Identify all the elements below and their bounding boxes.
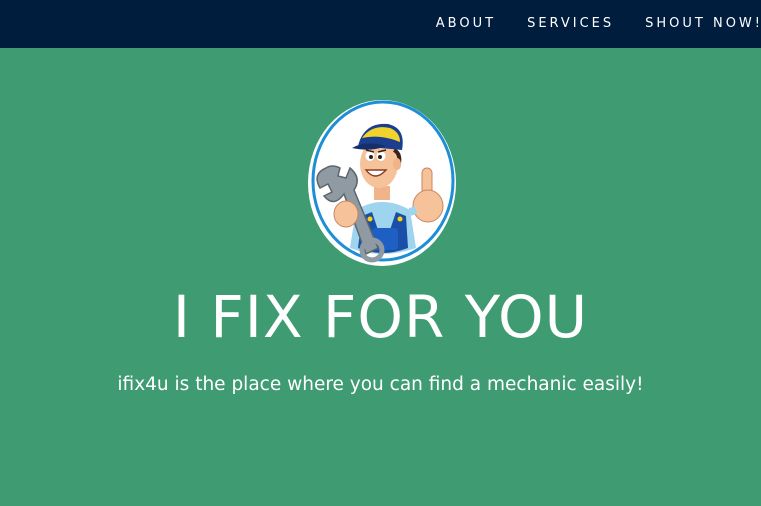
hero-subtitle: ifix4u is the place where you can find a… — [117, 374, 644, 395]
nav-link-about[interactable]: ABOUT — [436, 16, 496, 31]
nav-link-shout-now[interactable]: SHOUT NOW! — [645, 16, 761, 31]
hero-title: I FIX FOR YOU — [172, 283, 589, 351]
hero-section: I FIX FOR YOU ifix4u is the place where … — [0, 48, 761, 506]
nav-link-services[interactable]: SERVICES — [527, 16, 614, 31]
nav-menu: ABOUT SERVICES SHOUT NOW! — [436, 0, 761, 46]
top-navbar: ABOUT SERVICES SHOUT NOW! — [0, 0, 761, 48]
mechanic-logo-icon — [306, 98, 458, 268]
